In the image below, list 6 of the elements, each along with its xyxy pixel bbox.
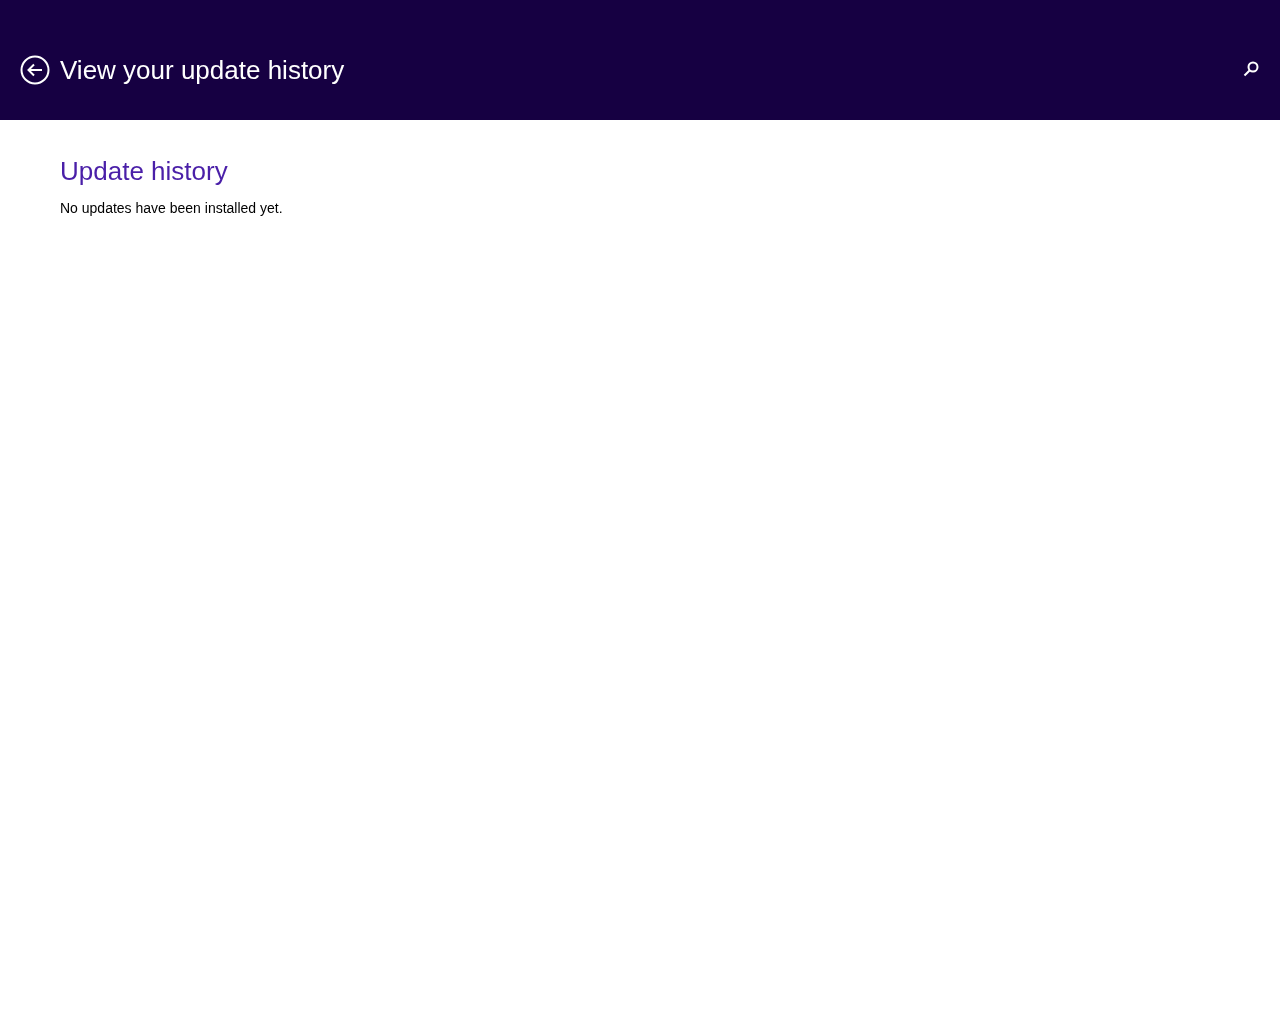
back-button[interactable] [20,55,50,85]
section-heading: Update history [60,155,229,188]
page-title: View your update history [60,54,345,87]
search-button[interactable] [1242,60,1260,78]
status-message: No updates have been installed yet. [60,199,284,218]
search-icon [1243,61,1259,77]
